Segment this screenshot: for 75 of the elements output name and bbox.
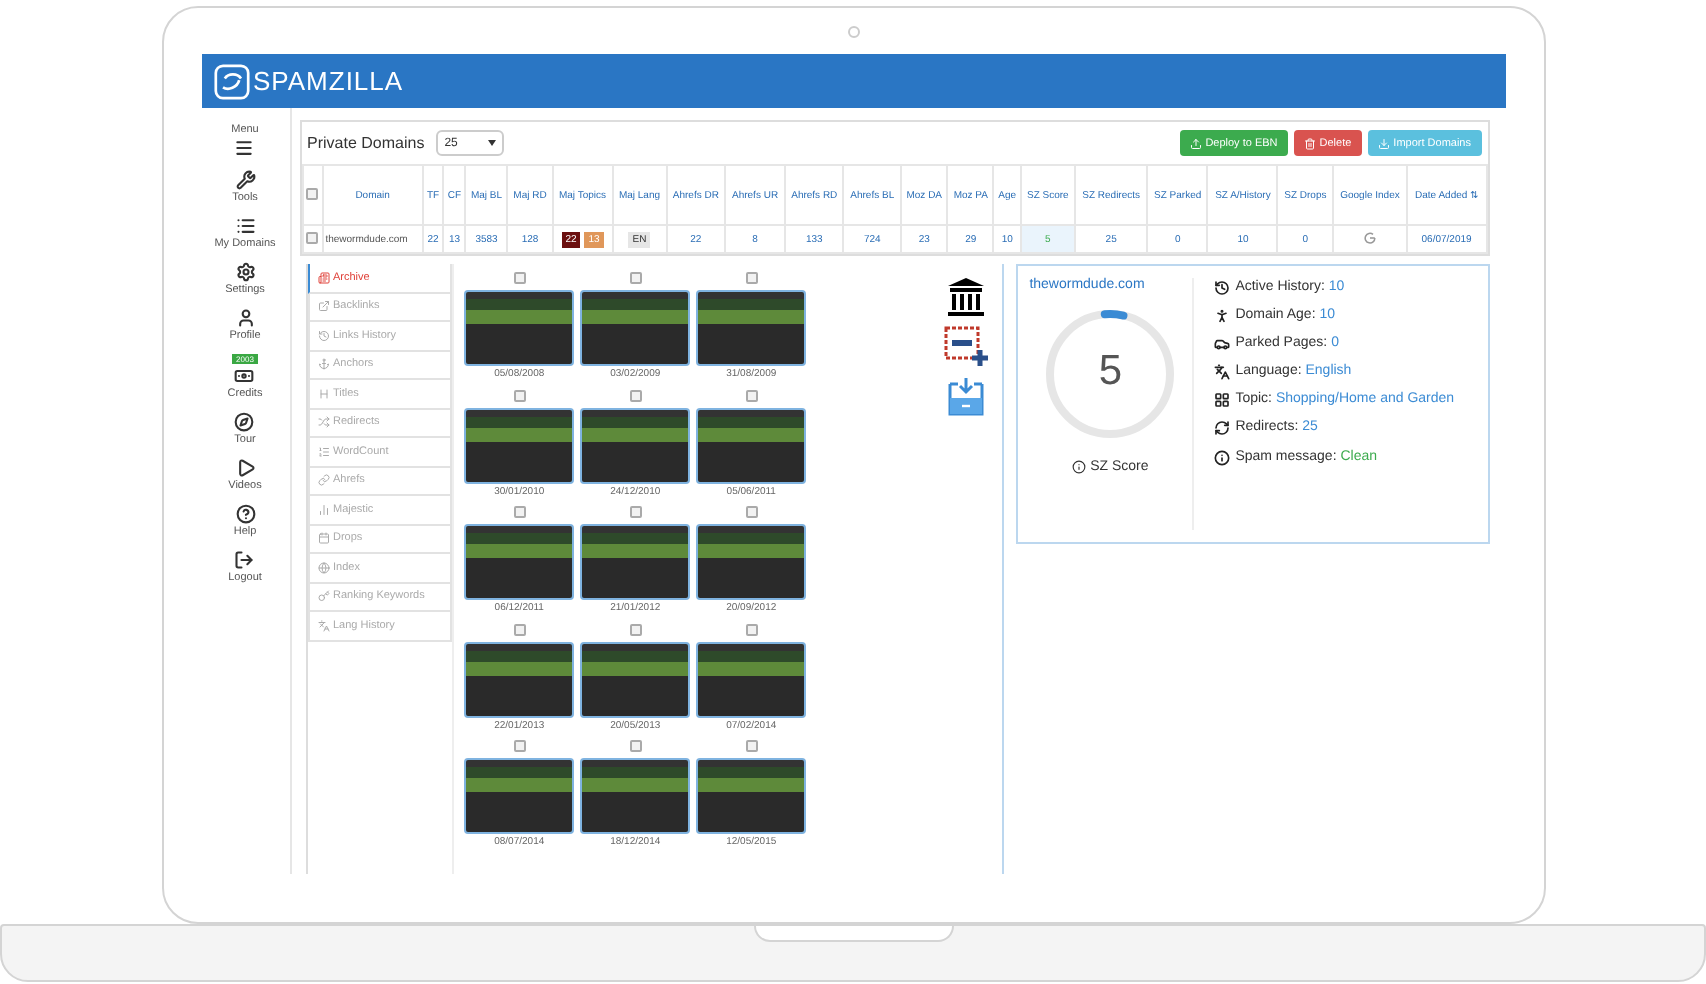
score-value: 5: [1096, 348, 1125, 396]
checkbox[interactable]: [306, 187, 319, 199]
tab-icon: [317, 358, 329, 371]
tab-icon: [317, 416, 329, 429]
fact-icon: [1213, 449, 1230, 466]
tab-icon: [317, 387, 329, 400]
checkbox[interactable]: [629, 506, 642, 518]
tab-icon: [317, 590, 329, 603]
tab-icon: [317, 619, 329, 632]
website-screenshot-thumbnail[interactable]: [580, 407, 691, 483]
columns-icon[interactable]: [945, 276, 986, 316]
website-screenshot-thumbnail[interactable]: [696, 407, 807, 483]
info-icon: [1072, 460, 1087, 474]
website-screenshot-thumbnail[interactable]: [464, 407, 575, 483]
website-screenshot-thumbnail[interactable]: [464, 290, 575, 366]
download-icon: [1377, 137, 1390, 149]
tab-icon: [317, 474, 329, 487]
tab-icon: [317, 561, 329, 574]
sidebar-icon: [235, 458, 255, 478]
website-screenshot-thumbnail[interactable]: [696, 641, 807, 717]
tab-icon: [317, 300, 329, 313]
checkbox[interactable]: [513, 740, 526, 752]
sidebar-icon: [234, 138, 255, 158]
sidebar-icon: [235, 308, 255, 328]
checkbox[interactable]: [745, 623, 758, 635]
fact-icon: [1213, 392, 1230, 409]
website-screenshot-thumbnail[interactable]: [464, 758, 575, 834]
sidebar-icon: [234, 366, 255, 386]
checkbox[interactable]: [629, 272, 642, 284]
checkbox[interactable]: [629, 740, 642, 752]
checkbox[interactable]: [745, 389, 758, 401]
checkbox[interactable]: [513, 272, 526, 284]
card-title: Private Domains: [307, 134, 425, 152]
website-screenshot-thumbnail[interactable]: [580, 290, 691, 366]
tab-icon: [317, 503, 329, 516]
sidebar-icon: [234, 550, 255, 570]
website-screenshot-thumbnail[interactable]: [464, 641, 575, 717]
sidebar-icon: [235, 262, 255, 282]
checkbox[interactable]: [745, 740, 758, 752]
website-screenshot-thumbnail[interactable]: [464, 524, 575, 600]
logo-icon: [213, 63, 249, 99]
checkbox[interactable]: [629, 623, 642, 635]
caret-icon: [488, 140, 497, 146]
website-screenshot-thumbnail[interactable]: [580, 524, 691, 600]
tab-icon: [317, 271, 329, 284]
fact-icon: [1213, 420, 1230, 437]
checkbox[interactable]: [513, 389, 526, 401]
tab-icon: [317, 445, 329, 458]
upload-icon: [1189, 137, 1202, 149]
website-screenshot-thumbnail[interactable]: [580, 758, 691, 834]
google-icon: [1363, 231, 1376, 243]
fact-icon: [1213, 364, 1230, 381]
fact-icon: [1213, 280, 1230, 296]
website-screenshot-thumbnail[interactable]: [580, 641, 691, 717]
checkbox[interactable]: [745, 272, 758, 284]
download-tray-icon[interactable]: [947, 376, 984, 416]
fact-icon: [1213, 308, 1230, 325]
www-add-icon[interactable]: [943, 326, 988, 366]
checkbox[interactable]: [306, 231, 319, 243]
checkbox[interactable]: [513, 623, 526, 635]
camera-dot: [847, 26, 859, 38]
trash-icon: [1303, 137, 1316, 149]
logo-text: SPAMZILLA: [253, 66, 404, 96]
website-screenshot-thumbnail[interactable]: [696, 524, 807, 600]
website-screenshot-thumbnail[interactable]: [696, 758, 807, 834]
tab-icon: [317, 329, 329, 342]
checkbox[interactable]: [745, 506, 758, 518]
checkbox[interactable]: [629, 389, 642, 401]
sidebar-icon: [235, 504, 255, 524]
tab-icon: [317, 532, 329, 545]
checkbox[interactable]: [513, 506, 526, 518]
sidebar-icon: [234, 412, 255, 432]
fact-icon: [1213, 336, 1230, 353]
website-screenshot-thumbnail[interactable]: [696, 290, 807, 366]
sidebar-icon: [235, 170, 255, 190]
